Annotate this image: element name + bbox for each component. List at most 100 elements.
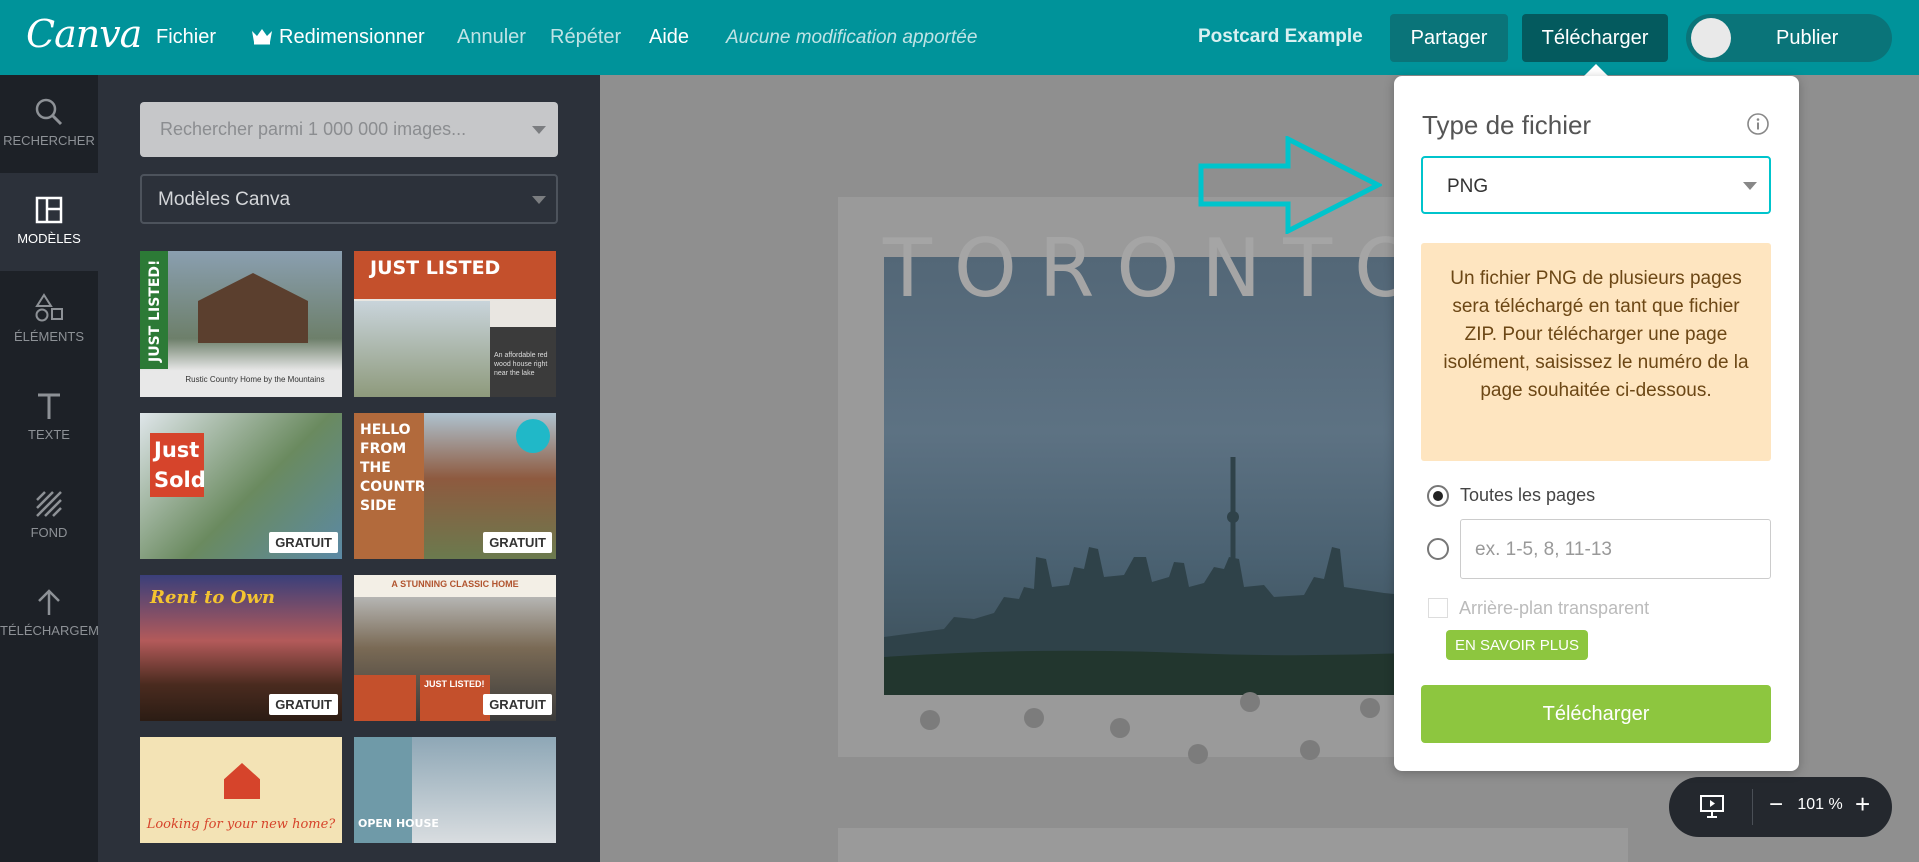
thumb-subtitle: JUST LISTED! xyxy=(424,679,485,689)
page-range-radio[interactable] xyxy=(1427,538,1449,560)
download-button[interactable]: Télécharger xyxy=(1522,14,1668,62)
template-thumbnail[interactable]: Rent to Own GRATUIT xyxy=(140,575,342,721)
free-badge: GRATUIT xyxy=(483,532,552,553)
info-icon[interactable] xyxy=(1746,112,1770,136)
crown-icon xyxy=(251,27,273,45)
thumb-title: Looking for your new home? xyxy=(146,817,336,832)
document-title[interactable]: Postcard Example xyxy=(1198,26,1363,48)
free-badge: GRATUIT xyxy=(483,694,552,715)
template-thumbnail[interactable]: HELLO FROM THE COUNTRY SIDE GRATUIT xyxy=(354,413,556,559)
decor-dot xyxy=(1300,740,1320,760)
template-source-select[interactable]: Modèles Canva xyxy=(140,174,558,224)
template-source-value: Modèles Canva xyxy=(158,189,291,210)
thumb-title: OPEN HOUSE xyxy=(358,817,439,830)
thumb-subtitle: An affordable red wood house right near … xyxy=(494,352,548,377)
rail-label: TEXTE xyxy=(28,427,70,442)
rail-label: FOND xyxy=(30,525,68,540)
popover-notch xyxy=(1584,64,1608,76)
present-icon[interactable] xyxy=(1699,793,1725,819)
thumb-title: Just Sold xyxy=(154,438,206,492)
top-bar: Canva Fichier Redimensionner Annuler Rép… xyxy=(0,0,1919,75)
all-pages-radio[interactable] xyxy=(1427,485,1449,507)
rail-item-search[interactable]: RECHERCHER xyxy=(0,75,98,173)
divider xyxy=(1752,789,1753,825)
decor-dot xyxy=(1360,698,1380,718)
rail-item-elements[interactable]: ÉLÉMENTS xyxy=(0,271,98,369)
chevron-down-icon xyxy=(532,126,546,134)
zoom-in-button[interactable]: + xyxy=(1855,789,1870,820)
thumb-title: JUST LISTED! xyxy=(147,259,163,362)
background-icon xyxy=(34,489,64,519)
template-thumbnail[interactable]: Just Sold GRATUIT xyxy=(140,413,342,559)
page-range-placeholder: ex. 1-5, 8, 11-13 xyxy=(1475,539,1612,560)
multipage-notice: Un fichier PNG de plusieurs pages sera t… xyxy=(1421,243,1771,461)
learn-more-button[interactable]: EN SAVOIR PLUS xyxy=(1446,630,1588,660)
chevron-down-icon xyxy=(532,196,546,204)
house-image xyxy=(354,301,490,397)
page-range-input[interactable]: ex. 1-5, 8, 11-13 xyxy=(1460,519,1771,579)
template-thumbnail[interactable]: A STUNNING CLASSIC HOME JUST LISTED! GRA… xyxy=(354,575,556,721)
free-badge: GRATUIT xyxy=(269,532,338,553)
rail-label: TÉLÉCHARGEMENTS xyxy=(0,623,134,638)
menu-redo[interactable]: Répéter xyxy=(550,26,621,49)
thumb-title: Rent to Own xyxy=(150,587,275,608)
zoom-out-button[interactable]: − xyxy=(1769,791,1783,819)
search-icon xyxy=(34,97,64,127)
menu-help[interactable]: Aide xyxy=(649,26,689,49)
menu-resize[interactable]: Redimensionner xyxy=(251,26,425,49)
decor-dot xyxy=(1024,708,1044,728)
thumb-title: A STUNNING CLASSIC HOME xyxy=(391,579,519,589)
arrow-annotation-icon xyxy=(1198,134,1384,239)
file-type-heading: Type de fichier xyxy=(1422,110,1592,140)
rail-item-text[interactable]: TEXTE xyxy=(0,369,98,467)
template-thumbnail[interactable]: JUST LISTED! Rustic Country Home by the … xyxy=(140,251,342,397)
thumb-subtitle: Rustic Country Home by the Mountains xyxy=(185,375,325,384)
elements-icon xyxy=(34,293,64,323)
rail-label: ÉLÉMENTS xyxy=(13,329,85,344)
decor-dot xyxy=(1188,744,1208,764)
price-circle xyxy=(516,419,550,453)
publish-label: Publier xyxy=(1776,27,1839,49)
upload-icon xyxy=(34,587,64,617)
transparent-background-checkbox[interactable] xyxy=(1428,598,1448,618)
decor-dot xyxy=(1240,692,1260,712)
menu-undo[interactable]: Annuler xyxy=(457,26,526,49)
zoom-level: 101 % xyxy=(1797,796,1843,813)
chevron-down-icon xyxy=(1743,182,1757,190)
rail-item-uploads[interactable]: TÉLÉCHARGEMENTS xyxy=(0,565,134,663)
free-badge: GRATUIT xyxy=(269,694,338,715)
file-type-select[interactable]: PNG xyxy=(1421,156,1771,214)
all-pages-label: Toutes les pages xyxy=(1460,485,1596,505)
search-placeholder: Rechercher parmi 1 000 000 images... xyxy=(160,119,467,139)
image-search-input[interactable]: Rechercher parmi 1 000 000 images... xyxy=(140,102,558,157)
text-icon xyxy=(34,391,64,421)
publish-toggle[interactable]: Publier xyxy=(1686,14,1892,62)
templates-icon xyxy=(34,195,64,225)
decor-dot xyxy=(920,710,940,730)
transparent-background-label: Arrière-plan transparent xyxy=(1459,598,1650,618)
confirm-download-button[interactable]: Télécharger xyxy=(1421,685,1771,743)
template-thumbnail[interactable]: OPEN HOUSE xyxy=(354,737,556,843)
download-popover: Type de fichier PNG Un fichier PNG de pl… xyxy=(1394,76,1799,771)
thumb-title: JUST LISTED xyxy=(370,257,501,279)
canva-logo[interactable]: Canva xyxy=(26,12,142,56)
left-rail: RECHERCHER MODÈLES ÉLÉMENTS TEXTE FOND T… xyxy=(0,75,134,862)
share-button[interactable]: Partager xyxy=(1390,14,1508,62)
thumb-panel xyxy=(354,675,416,721)
house-icon xyxy=(224,763,260,799)
design-page-2[interactable] xyxy=(838,828,1628,862)
rail-item-background[interactable]: FOND xyxy=(0,467,98,565)
rail-label: RECHERCHER xyxy=(3,133,95,148)
template-thumbnail[interactable]: JUST LISTED An affordable red wood house… xyxy=(354,251,556,397)
menu-resize-label: Redimensionner xyxy=(279,26,425,48)
save-status: Aucune modification apportée xyxy=(726,27,978,48)
rail-item-templates[interactable]: MODÈLES xyxy=(0,173,98,271)
rail-label: MODÈLES xyxy=(17,231,81,246)
house-image xyxy=(198,273,308,343)
file-type-value: PNG xyxy=(1447,176,1489,197)
toggle-knob xyxy=(1691,18,1731,58)
thumb-title: HELLO FROM THE COUNTRY SIDE xyxy=(360,422,435,514)
menu-file[interactable]: Fichier xyxy=(156,26,216,49)
template-thumbnail[interactable]: Looking for your new home? xyxy=(140,737,342,843)
templates-panel: Rechercher parmi 1 000 000 images... Mod… xyxy=(98,75,600,862)
